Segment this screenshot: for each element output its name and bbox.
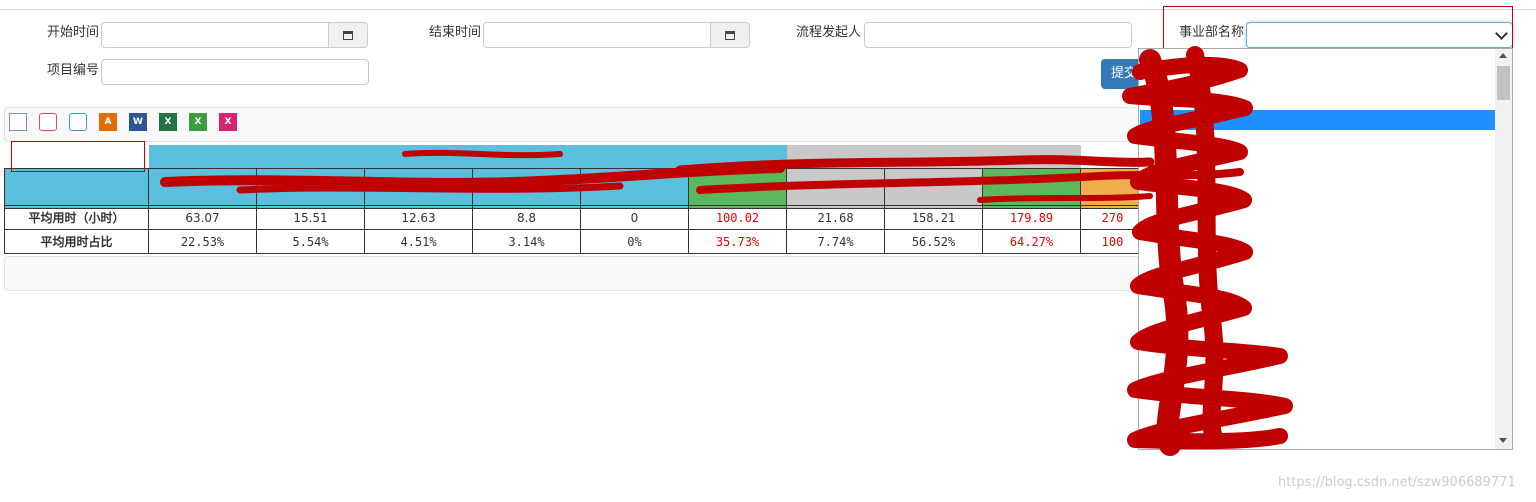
watermark: https://blog.csdn.net/szw906689771 [1278, 475, 1516, 490]
stats-table: 平均用时（小时） 63.07 15.51 12.63 8.8 0 100.02 … [4, 205, 1145, 254]
calendar-icon [725, 30, 735, 40]
table-cell: 56.52% [884, 229, 983, 254]
table-cell: 0% [580, 229, 689, 254]
end-time-input[interactable] [483, 22, 713, 48]
table-cell: 100 [1080, 229, 1145, 254]
table-cell: 158.21 [884, 205, 983, 230]
dropdown-scrollbar[interactable] [1495, 49, 1512, 449]
print-preview-icon[interactable] [69, 113, 87, 131]
table-cell: 4.51% [364, 229, 473, 254]
table-cell: 7.74% [786, 229, 885, 254]
end-time-label: 结束时间 [429, 25, 482, 40]
table-cell: 35.73% [688, 229, 787, 254]
row-label: 平均用时（小时） [4, 205, 149, 230]
table-cell: 5.54% [256, 229, 365, 254]
dropdown-highlighted-option[interactable] [1140, 110, 1495, 130]
table-cell: 3.14% [472, 229, 581, 254]
initiator-label: 流程发起人 [796, 25, 862, 40]
table-cell: 100.02 [688, 205, 787, 230]
scroll-down-icon[interactable] [1499, 438, 1507, 443]
start-time-label: 开始时间 [47, 25, 100, 40]
excel-icon-3[interactable]: X [219, 113, 237, 131]
table-cell: 22.53% [148, 229, 257, 254]
print-icon[interactable] [39, 113, 57, 131]
table-row: 平均用时（小时） 63.07 15.51 12.63 8.8 0 100.02 … [4, 205, 1145, 230]
division-dropdown-list[interactable] [1138, 48, 1513, 450]
initiator-input[interactable] [864, 22, 1132, 48]
scrollbar-thumb[interactable] [1497, 66, 1510, 100]
project-no-label: 项目编号 [47, 63, 100, 78]
submit-button[interactable]: 提交 [1101, 59, 1141, 89]
header-group-blue [148, 145, 787, 169]
end-date-picker-button[interactable] [710, 22, 750, 48]
scroll-up-icon[interactable] [1499, 53, 1507, 58]
excel-icon-2[interactable]: X [189, 113, 207, 131]
row-label: 平均用时占比 [4, 229, 149, 254]
annotation-box-corner [11, 141, 145, 172]
table-cell: 179.89 [982, 205, 1081, 230]
calendar-icon [343, 30, 353, 40]
start-date-picker-button[interactable] [328, 22, 368, 48]
project-no-input[interactable] [101, 59, 369, 85]
pagination-bar [4, 256, 1144, 291]
table-cell: 12.63 [364, 205, 473, 230]
table-cell: 270 [1080, 205, 1145, 230]
excel-icon[interactable]: X [159, 113, 177, 131]
table-cell: 21.68 [786, 205, 885, 230]
start-time-input[interactable] [101, 22, 331, 48]
table-cell: 0 [580, 205, 689, 230]
table-cell: 15.51 [256, 205, 365, 230]
table-row: 平均用时占比 22.53% 5.54% 4.51% 3.14% 0% 35.73… [4, 229, 1145, 254]
table-cell: 8.8 [472, 205, 581, 230]
text-export-icon[interactable] [9, 113, 27, 131]
word-icon[interactable]: W [129, 113, 147, 131]
table-cell: 64.27% [982, 229, 1081, 254]
header-group-gray [786, 145, 1081, 169]
table-cell: 63.07 [148, 205, 257, 230]
table-header [4, 145, 1145, 209]
pdf-icon[interactable]: A [99, 113, 117, 131]
